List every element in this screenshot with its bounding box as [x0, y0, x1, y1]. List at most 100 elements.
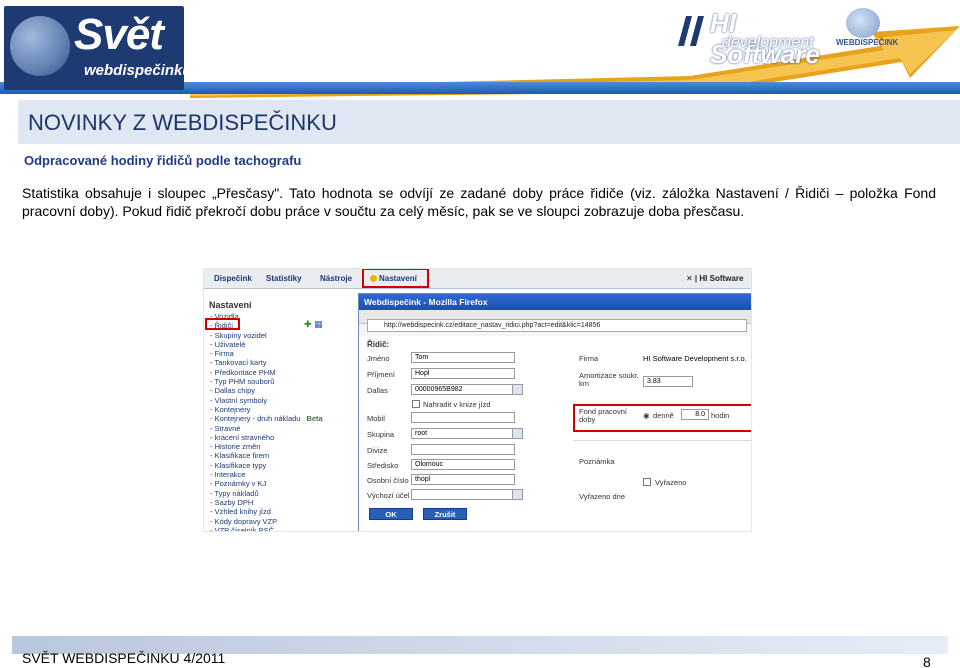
sidebar-item-label: - Firma	[210, 349, 234, 359]
sidebar-item[interactable]: - Klasifikace typy	[210, 461, 323, 470]
settings-sidebar: Nastavení ✚ ▦ - Vozidla - Řidiči - Skupiny…	[204, 291, 354, 531]
sidebar-item-label: - Kontejnery	[210, 404, 251, 414]
brand-logo: Svět webdispečinku	[4, 6, 192, 90]
menu-dispecink[interactable]: Dispečink	[214, 274, 252, 283]
sidebar-item[interactable]: - krácení stravného	[210, 433, 323, 442]
menu-nastroje[interactable]: Nástroje	[320, 274, 352, 283]
app-menubar: Dispečink Statistiky Nástroje Nastavení …	[204, 269, 751, 289]
menu-statistiky[interactable]: Statistiky	[266, 274, 302, 283]
firma-label: Firma	[579, 354, 599, 363]
sidebar-item-label: - Stravné	[210, 423, 241, 433]
osobni-cislo-input[interactable]: thopl	[411, 474, 515, 485]
sidebar-item-label: - Dallas chipy	[210, 386, 256, 396]
sidebar-item[interactable]: - VZP číselník PSČ	[210, 525, 323, 532]
divize-input[interactable]	[411, 444, 515, 455]
sidebar-item-label: - Předkontace PHM	[210, 367, 276, 377]
sidebar-item-label: - Tankovací karty	[210, 358, 267, 368]
ok-button[interactable]: OK	[369, 508, 413, 520]
sidebar-item-label: - Klasifikace firem	[210, 451, 270, 461]
poznamka-label: Poznámka	[579, 457, 615, 466]
stredisko-input[interactable]: Olomouc	[411, 459, 515, 470]
globe-icon	[846, 8, 880, 38]
stredisko-label: Středisko	[367, 461, 399, 470]
title-band: NOVINKY Z WEBDISPEČINKU	[18, 100, 960, 144]
header: Svět webdispečinku HI Software developme…	[0, 0, 960, 100]
firefox-window: Webdispečink - Mozilla Firefox http://we…	[358, 293, 751, 531]
highlight-box-nastaveni	[362, 269, 429, 288]
menu-right: ✕ | HI Software	[686, 274, 744, 283]
sidebar-item-label: - krácení stravného	[210, 432, 275, 442]
sidebar-item-label: - Klasifikace typy	[210, 460, 267, 470]
skupina-label: Skupina	[367, 430, 395, 439]
sidebar-item-label: - Vlastní symboly	[210, 395, 268, 405]
sidebar-item[interactable]: - Historie změn	[210, 442, 323, 451]
article-subtitle: Odpracované hodiny řidičů podle tachogra…	[24, 153, 302, 168]
webdispecink-small-logo-text: WEBDISPEČINK	[836, 38, 899, 47]
sidebar-title: Nastavení	[209, 300, 252, 310]
sidebar-item[interactable]: - Interakce	[210, 470, 323, 479]
sidebar-item-label: - Sazby DPH	[210, 497, 254, 507]
highlight-box-fond	[573, 404, 751, 432]
beta-badge: Beta	[306, 414, 323, 424]
sidebar-item-label: - Typ PHM souborů	[210, 377, 275, 387]
article-paragraph: Statistika obsahuje i sloupec „Přesčasy"…	[22, 185, 936, 219]
jmeno-input[interactable]: Tom	[411, 352, 515, 363]
footer-text: SVĚT WEBDISPEČINKU 4/2011	[22, 650, 226, 666]
sidebar-item[interactable]: - Klasifikace firem	[210, 451, 323, 460]
sidebar-item-label: - Uživatelé	[210, 339, 246, 349]
brand-subtitle: webdispečinku	[84, 62, 192, 79]
dallas-select[interactable]: 00000965B982	[411, 384, 523, 395]
vychozi-ucel-select[interactable]	[411, 489, 523, 500]
dallas-label: Dallas	[367, 386, 388, 395]
sidebar-item[interactable]: - Skupiny vozidel	[210, 331, 323, 340]
vyrazeno-dne-label: Vyřazeno dne	[579, 492, 626, 501]
mobil-input[interactable]	[411, 412, 515, 423]
sidebar-item-label: - Typy nákladů	[210, 488, 259, 498]
prijmeni-label: Příjmení	[367, 370, 395, 379]
sidebar-item[interactable]: - Firma	[210, 349, 323, 358]
page: Svět webdispečinku HI Software developme…	[0, 0, 960, 668]
sidebar-item[interactable]: - Typy nákladů	[210, 489, 323, 498]
hi-software-subtitle: development	[722, 34, 814, 51]
vychozi-ucel-label: Výchozí účel	[367, 491, 410, 500]
prijmeni-input[interactable]: Hopl	[411, 368, 515, 379]
sidebar-item[interactable]: - Vzhled knihy jízd	[210, 507, 323, 516]
skupina-select[interactable]: root	[411, 428, 523, 439]
sidebar-item-label: - Poznámky v KJ	[210, 479, 267, 489]
cancel-button[interactable]: Zrušit	[423, 508, 467, 520]
amortizace-input[interactable]: 3.83	[643, 376, 693, 387]
sidebar-item[interactable]: - Sazby DPH	[210, 498, 323, 507]
sidebar-item[interactable]: - Dallas chipy	[210, 386, 323, 395]
vyrazeno-label: Vyřazeno	[655, 478, 687, 487]
sidebar-item[interactable]: - Stravné	[210, 424, 323, 433]
sidebar-item[interactable]: - Uživatelé	[210, 340, 323, 349]
sidebar-item[interactable]: - Vlastní symboly	[210, 396, 323, 405]
form-separator	[573, 440, 751, 441]
firma-value: HI Software Development s.r.o.	[643, 354, 747, 363]
sidebar-item-label: - Historie změn	[210, 442, 261, 452]
sidebar-item-label: - Vzhled knihy jízd	[210, 507, 271, 517]
sidebar-item[interactable]: - Předkontace PHM	[210, 368, 323, 377]
sidebar-item[interactable]: - Poznámky v KJ	[210, 479, 323, 488]
nahradit-checkbox[interactable]	[412, 400, 420, 408]
mobil-label: Mobil	[367, 414, 385, 423]
sidebar-item-label: - Interakce	[210, 470, 246, 480]
url-bar[interactable]: http://webdispecink.cz/editace_nastav_ri…	[367, 319, 747, 332]
sidebar-item[interactable]: - Kontejnery - druh nákladu Beta	[210, 414, 323, 423]
amortizace-label: Amortizace soukr. km	[579, 371, 639, 388]
sidebar-item[interactable]: - Kontejnery	[210, 405, 323, 414]
sidebar-list: - Vozidla - Řidiči - Skupiny vozidel - Uživ…	[210, 312, 323, 532]
sidebar-item-label: - VZP číselník PSČ	[210, 525, 275, 532]
highlight-box-ridici	[205, 318, 240, 330]
sidebar-item-label: - Skupiny vozidel	[210, 330, 267, 340]
globe-icon	[10, 16, 70, 76]
sidebar-item[interactable]: - Tankovací karty	[210, 358, 323, 367]
sidebar-item[interactable]: - Kódy dopravy VZP	[210, 517, 323, 526]
sidebar-item[interactable]: - Typ PHM souborů	[210, 377, 323, 386]
jmeno-label: Jméno	[367, 354, 390, 363]
hi-software-logo: HI Software development	[672, 6, 832, 69]
osobni-cislo-label: Osobní číslo	[367, 476, 409, 485]
vyrazeno-checkbox[interactable]	[643, 478, 651, 486]
nahradit-label: Nahradit v knize jízd	[423, 400, 491, 409]
hi-software-emblem-icon	[678, 16, 704, 46]
